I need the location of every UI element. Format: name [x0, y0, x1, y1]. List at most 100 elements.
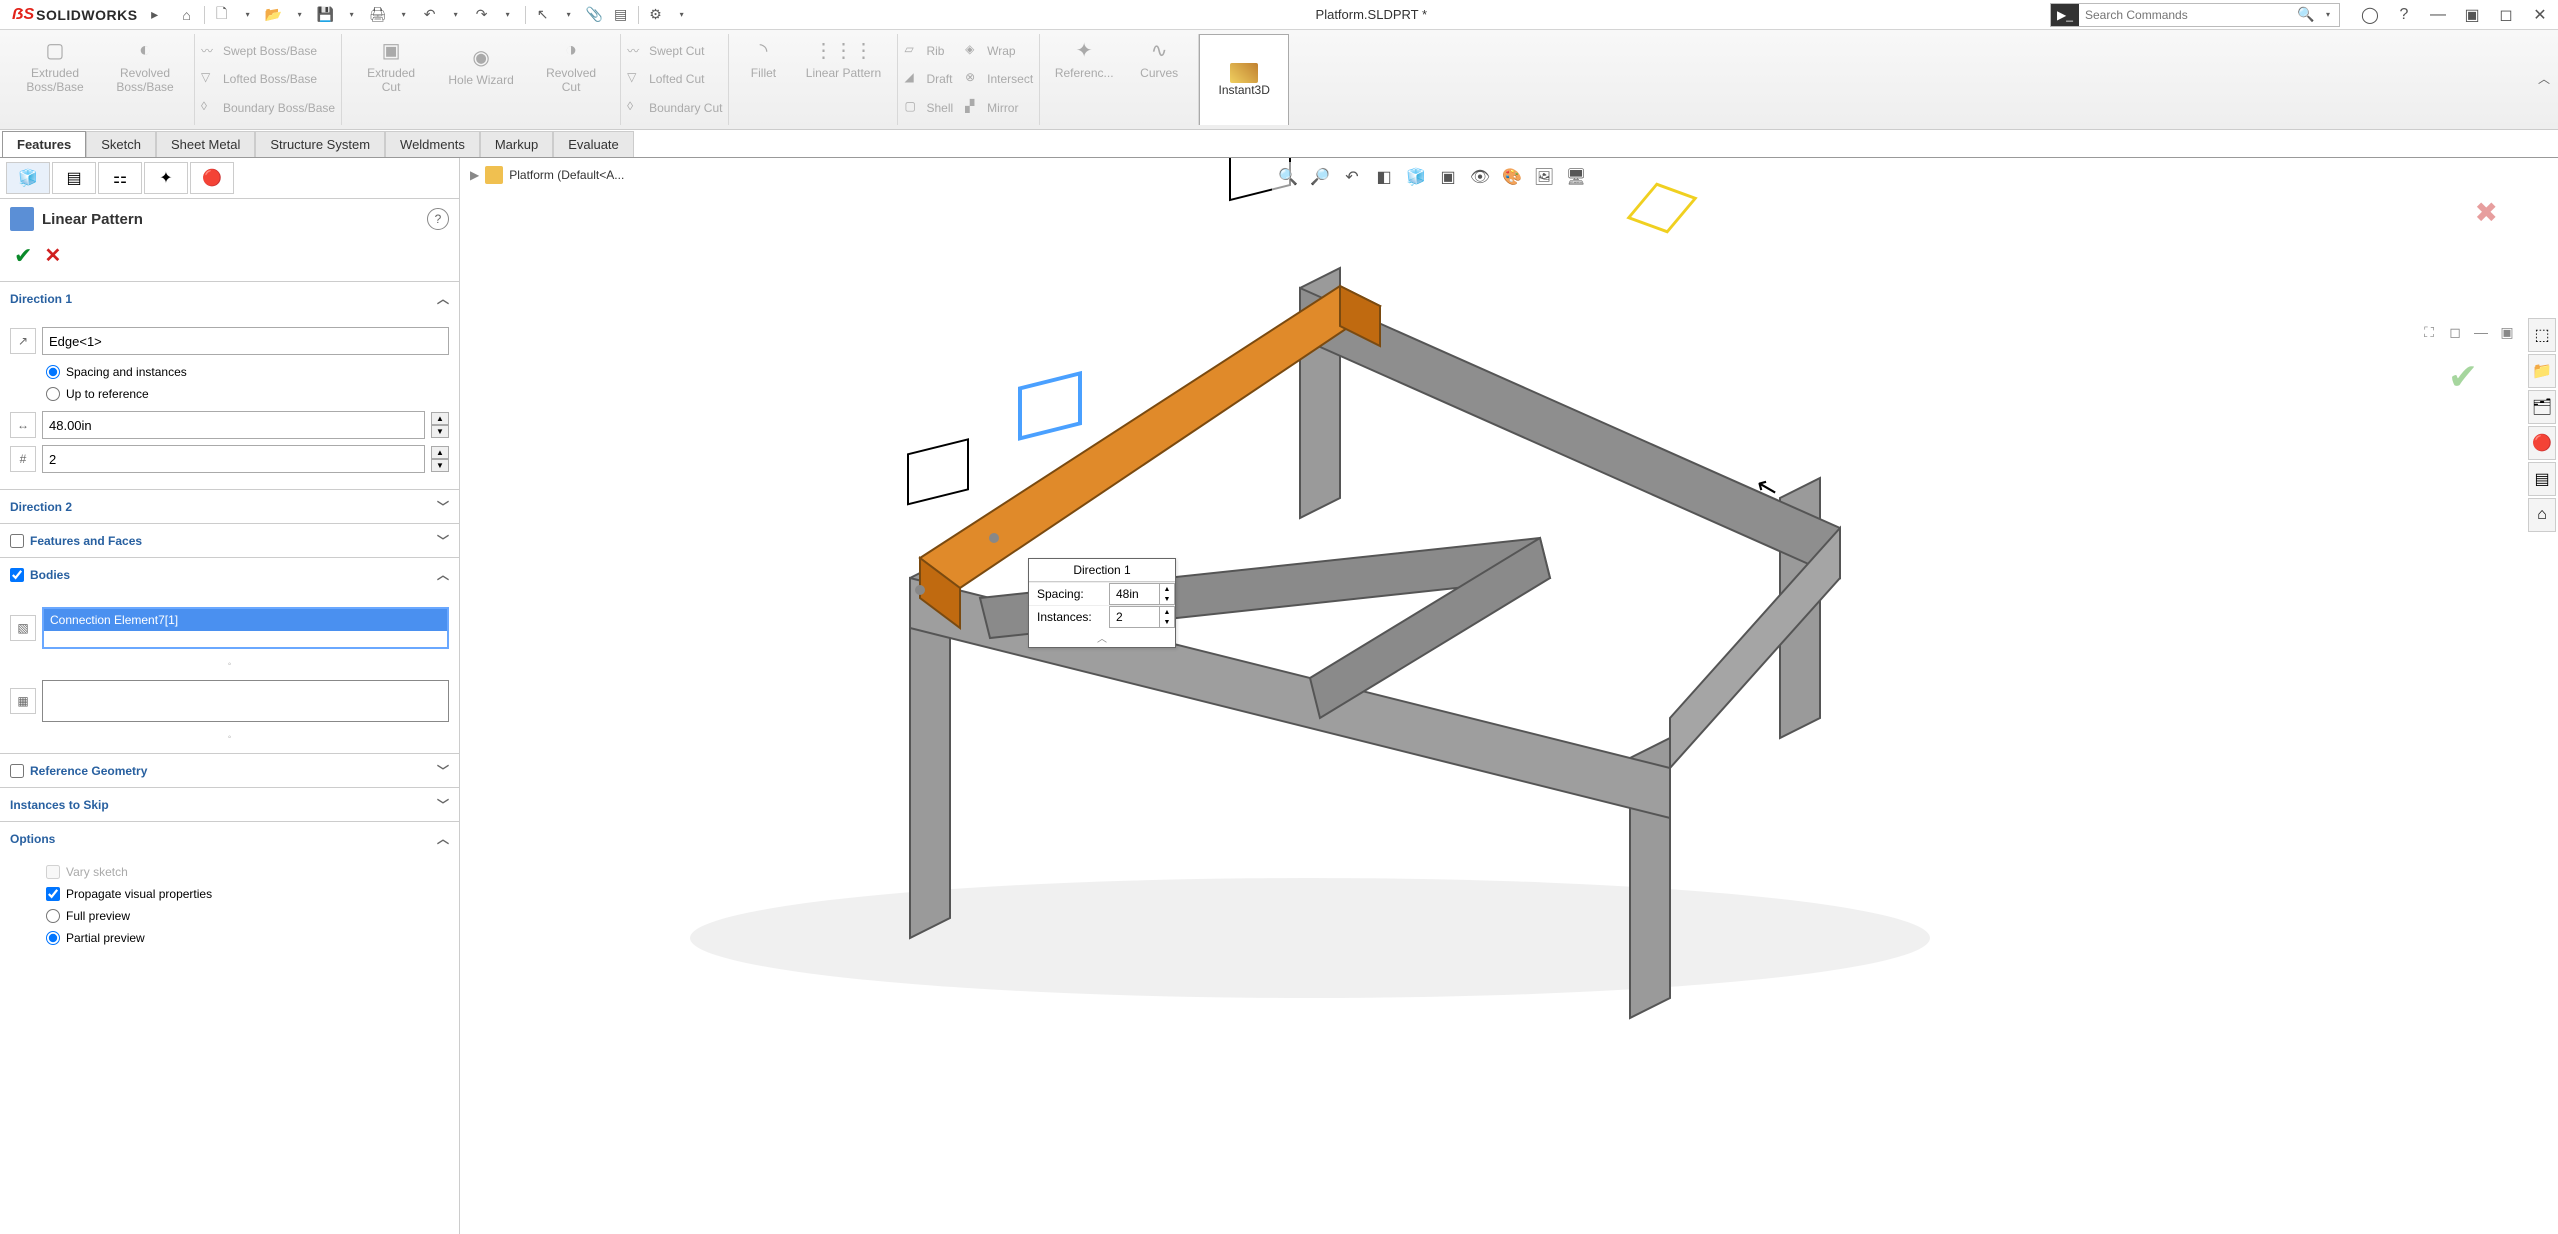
- instant3d-button[interactable]: Instant3D: [1199, 34, 1289, 125]
- search-commands-box[interactable]: ▶_ 🔍 ▾: [2050, 3, 2340, 27]
- spacing-instances-radio[interactable]: Spacing and instances: [10, 361, 449, 383]
- redo-icon[interactable]: ↷: [471, 4, 493, 26]
- display-tab-icon[interactable]: 🔴: [190, 162, 234, 194]
- skip-header[interactable]: Instances to Skip﹀: [0, 788, 459, 821]
- reverse-direction-icon[interactable]: ↗: [10, 328, 36, 354]
- print-icon[interactable]: 🖨: [367, 4, 389, 26]
- dimxpert-tab-icon[interactable]: ✦: [144, 162, 188, 194]
- search-dropdown-icon[interactable]: ▾: [2317, 4, 2339, 26]
- up-to-reference-radio[interactable]: Up to reference: [10, 383, 449, 405]
- tab-sketch[interactable]: Sketch: [86, 131, 156, 157]
- features-faces-header[interactable]: Features and Faces﹀: [0, 524, 459, 557]
- tab-weldments[interactable]: Weldments: [385, 131, 480, 157]
- tab-markup[interactable]: Markup: [480, 131, 553, 157]
- attach-icon[interactable]: 📎: [584, 4, 606, 26]
- confirm-corner-check-icon[interactable]: ✔: [2448, 356, 2478, 398]
- instances-spinner[interactable]: ▲▼: [431, 446, 449, 472]
- spacing-spinner[interactable]: ▲▼: [431, 412, 449, 438]
- direction1-selection-input[interactable]: [42, 327, 449, 355]
- callout-spacing-spinner[interactable]: ▲▼: [1159, 583, 1175, 605]
- restore-icon[interactable]: ▣: [2460, 3, 2484, 27]
- confirm-x-icon[interactable]: ✖: [2475, 196, 2498, 229]
- tab-structure-system[interactable]: Structure System: [255, 131, 385, 157]
- ok-button[interactable]: ✔: [14, 243, 32, 269]
- section-view-icon[interactable]: ◧: [1370, 164, 1398, 190]
- zoom-fit-icon[interactable]: 🔍: [1274, 164, 1302, 190]
- view-settings-icon[interactable]: 🖥: [1562, 164, 1590, 190]
- search-input[interactable]: [2079, 8, 2295, 22]
- features-faces-checkbox[interactable]: [10, 534, 24, 548]
- pm-help-icon[interactable]: ?: [427, 208, 449, 230]
- maximize-icon[interactable]: ◻: [2494, 3, 2518, 27]
- propagate-checkbox[interactable]: [46, 887, 60, 901]
- ref-geom-header[interactable]: Reference Geometry﹀: [0, 754, 459, 787]
- spacing-instances-radio-input[interactable]: [46, 365, 60, 379]
- dropdown-icon[interactable]: ▾: [445, 4, 467, 26]
- view-orientation-icon[interactable]: 🧊: [1402, 164, 1430, 190]
- minimize-icon[interactable]: —: [2426, 3, 2450, 27]
- selected-body-item[interactable]: Connection Element7[1]: [44, 609, 447, 631]
- dropdown-icon[interactable]: ▾: [289, 4, 311, 26]
- task-forum-icon[interactable]: ⌂: [2528, 498, 2556, 532]
- full-preview-radio[interactable]: Full preview: [10, 905, 449, 927]
- undo-icon[interactable]: ↶: [419, 4, 441, 26]
- ref-geom-checkbox[interactable]: [10, 764, 24, 778]
- direction1-callout[interactable]: Direction 1 Spacing: ▲▼ Instances: ▲▼ ︿: [1028, 558, 1176, 648]
- options-gear-icon[interactable]: ⚙: [645, 4, 667, 26]
- close-icon[interactable]: ✕: [2528, 3, 2552, 27]
- vp-expand-icon[interactable]: ⛶: [2418, 322, 2440, 342]
- apply-scene-icon[interactable]: 🖼: [1530, 164, 1558, 190]
- task-file-explorer-icon[interactable]: 🗂: [2528, 390, 2556, 424]
- collapse-ribbon-icon[interactable]: ︿: [2538, 70, 2550, 87]
- new-doc-icon[interactable]: 🗋: [211, 4, 233, 26]
- menu-flyout-icon[interactable]: ▸: [144, 4, 166, 26]
- help-icon[interactable]: ?: [2392, 3, 2416, 27]
- task-appearances-icon[interactable]: 🔴: [2528, 426, 2556, 460]
- callout-collapse-icon[interactable]: ︿: [1029, 628, 1175, 647]
- partial-preview-radio[interactable]: Partial preview: [10, 927, 449, 949]
- callout-spacing-input[interactable]: [1109, 583, 1159, 605]
- hide-show-icon[interactable]: 👁: [1466, 164, 1494, 190]
- rebuild-icon[interactable]: ▤: [610, 4, 632, 26]
- save-icon[interactable]: 💾: [315, 4, 337, 26]
- options-header[interactable]: Options︿: [0, 822, 459, 855]
- cancel-button[interactable]: ✕: [44, 243, 61, 269]
- configuration-tab-icon[interactable]: ⚏: [98, 162, 142, 194]
- feature-tree-tab-icon[interactable]: 🧊: [6, 162, 50, 194]
- partial-preview-radio-input[interactable]: [46, 931, 60, 945]
- tab-features[interactable]: Features: [2, 131, 86, 157]
- search-icon[interactable]: 🔍: [2295, 4, 2317, 26]
- property-manager-tab-icon[interactable]: ▤: [52, 162, 96, 194]
- tab-evaluate[interactable]: Evaluate: [553, 131, 634, 157]
- dropdown-icon[interactable]: ▾: [341, 4, 363, 26]
- dropdown-icon[interactable]: ▾: [558, 4, 580, 26]
- faces-selection-list[interactable]: [42, 680, 449, 722]
- display-style-icon[interactable]: ▣: [1434, 164, 1462, 190]
- instances-input[interactable]: [42, 445, 425, 473]
- user-icon[interactable]: ◯: [2358, 3, 2382, 27]
- task-custom-props-icon[interactable]: ▤: [2528, 462, 2556, 496]
- direction1-header[interactable]: Direction 1︿: [0, 282, 459, 315]
- callout-instances-spinner[interactable]: ▲▼: [1159, 606, 1175, 628]
- select-icon[interactable]: ↖: [532, 4, 554, 26]
- vp-minimize-icon[interactable]: —: [2470, 322, 2492, 342]
- vp-restore-icon[interactable]: ▣: [2496, 322, 2518, 342]
- dropdown-icon[interactable]: ▾: [497, 4, 519, 26]
- callout-instances-input[interactable]: [1109, 606, 1159, 628]
- bodies-selection-list[interactable]: Connection Element7[1]: [42, 607, 449, 649]
- edit-appearance-icon[interactable]: 🎨: [1498, 164, 1526, 190]
- tab-sheet-metal[interactable]: Sheet Metal: [156, 131, 255, 157]
- bodies-checkbox[interactable]: [10, 568, 24, 582]
- task-design-library-icon[interactable]: 📁: [2528, 354, 2556, 388]
- up-to-reference-radio-input[interactable]: [46, 387, 60, 401]
- open-doc-icon[interactable]: 📂: [263, 4, 285, 26]
- dropdown-icon[interactable]: ▾: [671, 4, 693, 26]
- graphics-viewport[interactable]: ▶ Platform (Default<A...: [460, 158, 2558, 1234]
- bodies-header[interactable]: Bodies︿: [0, 558, 459, 591]
- spacing-input[interactable]: [42, 411, 425, 439]
- task-resources-icon[interactable]: ⬚: [2528, 318, 2556, 352]
- previous-view-icon[interactable]: ↶: [1338, 164, 1366, 190]
- vp-window-icon[interactable]: ◻: [2444, 322, 2466, 342]
- home-icon[interactable]: ⌂: [176, 4, 198, 26]
- dropdown-icon[interactable]: ▾: [393, 4, 415, 26]
